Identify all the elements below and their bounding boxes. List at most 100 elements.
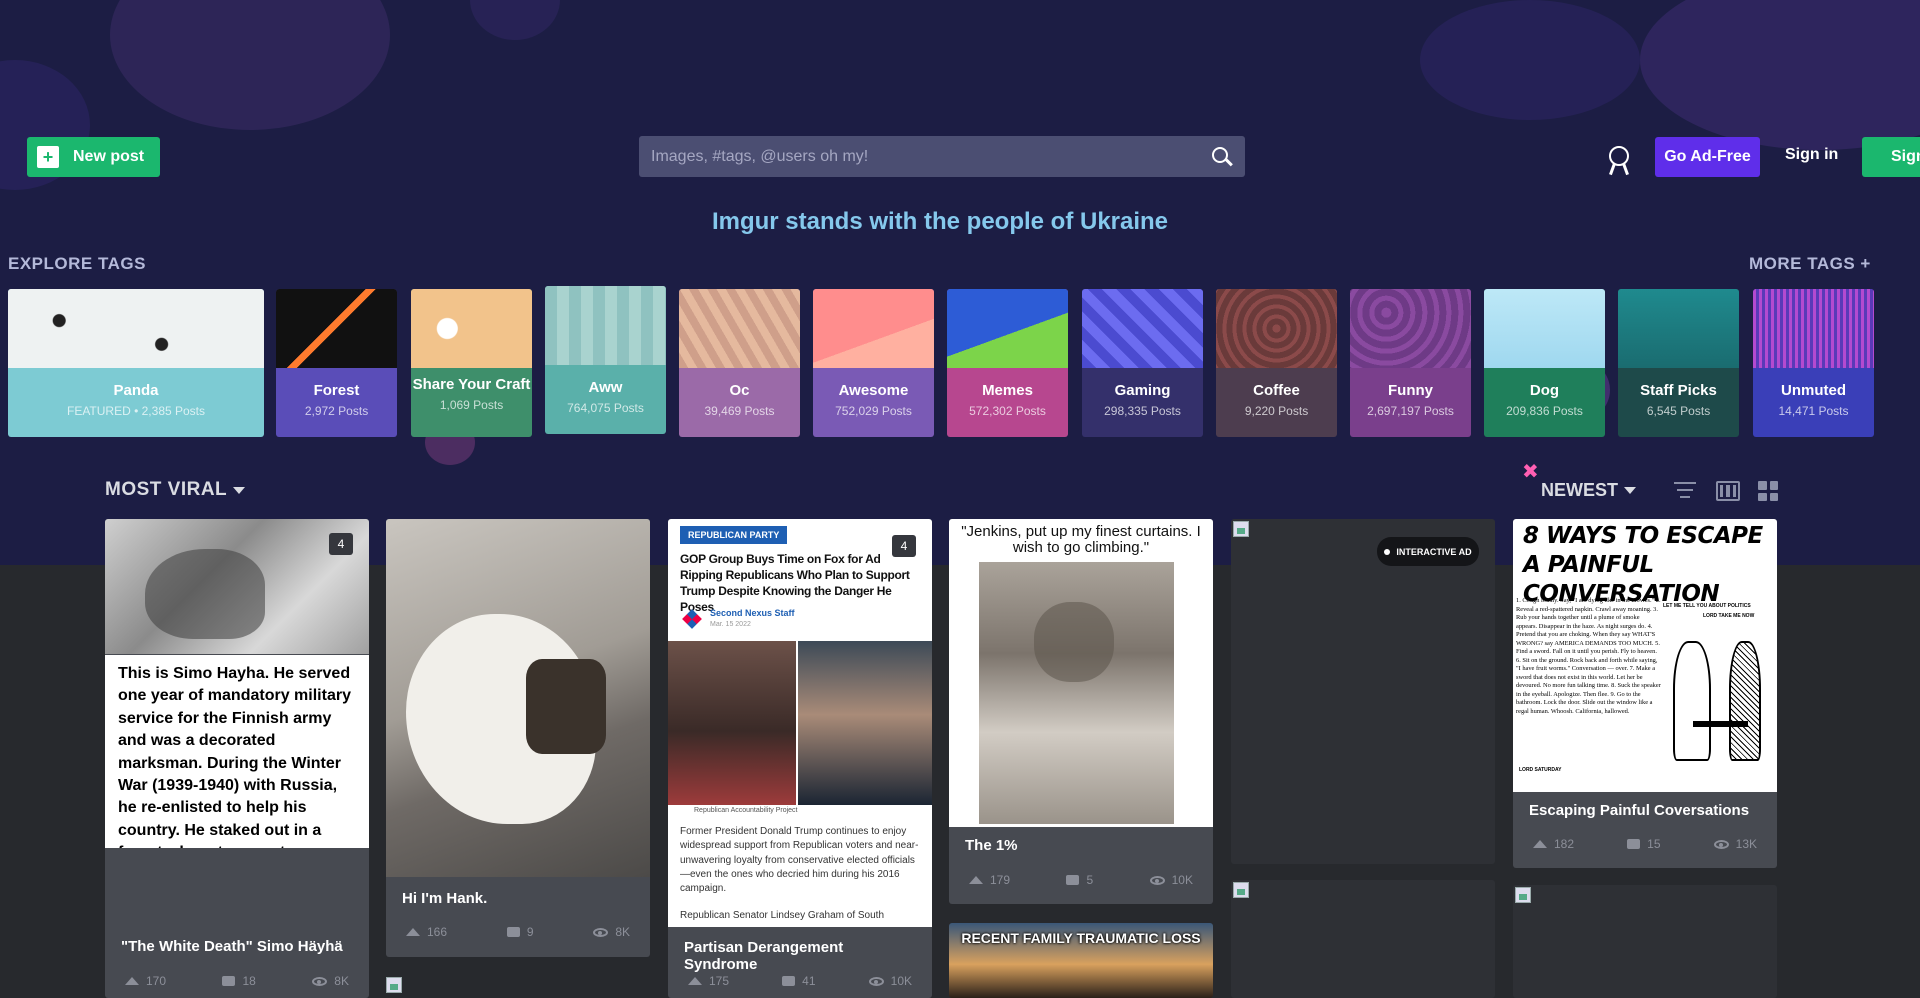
tag-post-count: FEATURED • 2,385 Posts <box>66 404 206 418</box>
article-photo <box>798 641 932 805</box>
tag-card-share-your-craft[interactable]: Share Your Craft 1,069 Posts <box>411 289 532 437</box>
decorative-blob <box>110 0 390 130</box>
tag-card-memes[interactable]: Memes 572,302 Posts <box>947 289 1068 437</box>
tag-thumbnail <box>8 289 264 368</box>
upvote-icon[interactable] <box>125 977 139 985</box>
waterfall-layout-icon[interactable] <box>1758 481 1778 501</box>
post-title: Escaping Painful Coversations <box>1529 802 1750 819</box>
close-icon[interactable]: ✖ <box>1522 459 1539 484</box>
tag-thumbnail <box>947 289 1068 368</box>
comment-count: 9 <box>526 925 534 939</box>
uniform-layout-icon[interactable] <box>1716 481 1740 501</box>
tag-post-count: 298,335 Posts <box>1104 404 1181 418</box>
article-body: Former President Donald Trump continues … <box>680 826 919 895</box>
tag-post-count: 14,471 Posts <box>1778 404 1849 418</box>
search-bar[interactable] <box>639 136 1245 177</box>
more-tags-link[interactable]: MORE TAGS + <box>1749 254 1871 274</box>
post-card[interactable]: 4 This is Simo Hayha. He served one year… <box>105 519 369 998</box>
explore-tags-title: EXPLORE TAGS <box>8 254 146 273</box>
image-count-badge: 4 <box>329 533 353 555</box>
upvote-icon[interactable] <box>406 928 420 936</box>
ad-slot[interactable] <box>1513 885 1777 998</box>
pillow-image <box>526 659 606 754</box>
upvote-count: 179 <box>990 873 1011 887</box>
tag-name: Awesome <box>838 382 909 399</box>
chevron-down-icon <box>1624 487 1637 494</box>
medal-icon[interactable] <box>1607 146 1631 176</box>
post-card[interactable]: 8 WAYS TO ESCAPE A PAINFUL CONVERSATION … <box>1513 519 1777 868</box>
tag-card-staff-picks[interactable]: Staff Picks 6,545 Posts <box>1618 289 1739 437</box>
comic-signature: LORD SATURDAY <box>1519 767 1562 773</box>
tag-thumbnail <box>1350 289 1471 368</box>
ad-label: INTERACTIVE AD <box>1396 546 1472 557</box>
tag-card-gaming[interactable]: Gaming 298,335 Posts <box>1082 289 1203 437</box>
tag-card-oc[interactable]: Oc 39,469 Posts <box>679 289 800 437</box>
sign-up-button[interactable]: Sign <box>1862 137 1920 177</box>
tag-name: Dog <box>1529 382 1560 399</box>
tag-card-forest[interactable]: Forest 2,972 Posts <box>276 289 397 437</box>
tag-card-panda[interactable]: Panda FEATURED • 2,385 Posts <box>8 289 264 437</box>
views-icon <box>1149 875 1165 885</box>
views-icon <box>593 927 609 937</box>
ad-slot[interactable] <box>1231 880 1495 998</box>
chevron-down-icon <box>233 486 246 494</box>
article-category-tag: REPUBLICAN PARTY <box>680 526 788 544</box>
upvote-count: 175 <box>709 974 730 988</box>
tag-thumbnail <box>411 289 532 368</box>
ad-slot[interactable]: INTERACTIVE AD <box>1231 519 1495 864</box>
tag-thumbnail <box>1216 289 1337 368</box>
post-stats: 182 15 13K <box>1513 836 1777 852</box>
tag-card-dog[interactable]: Dog 209,836 Posts <box>1484 289 1605 437</box>
tag-post-count: 9,220 Posts <box>1244 404 1309 418</box>
tag-name: Forest <box>313 382 360 399</box>
tag-thumbnail <box>813 289 934 368</box>
tag-card-funny[interactable]: Funny 2,697,197 Posts <box>1350 289 1471 437</box>
upvote-icon[interactable] <box>1533 840 1547 848</box>
broken-image-icon <box>1233 521 1249 537</box>
broken-image-icon <box>386 977 402 993</box>
tag-name: Staff Picks <box>1640 382 1717 399</box>
comic-illustration: LET ME TELL YOU ABOUT POLITICS LORD TAKE… <box>1663 591 1773 791</box>
upvote-icon[interactable] <box>969 876 983 884</box>
tag-card-aww[interactable]: Aww 764,075 Posts <box>545 286 666 434</box>
comment-icon <box>222 976 236 986</box>
sort-dropdown[interactable]: NEWEST <box>1541 480 1637 501</box>
post-title: Partisan Derangement Syndrome <box>684 939 844 973</box>
tag-card-awesome[interactable]: Awesome 752,029 Posts <box>813 289 934 437</box>
search-input[interactable] <box>651 147 1211 166</box>
tag-thumbnail <box>1082 289 1203 368</box>
tag-card-coffee[interactable]: Coffee 9,220 Posts <box>1216 289 1337 437</box>
image-count-badge: 4 <box>892 535 916 557</box>
tag-name: Panda <box>113 382 159 399</box>
post-image: 8 WAYS TO ESCAPE A PAINFUL CONVERSATION … <box>1513 519 1777 792</box>
comment-icon <box>1627 839 1641 849</box>
article-headline: GOP Group Buys Time on Fox for Ad Rippin… <box>680 552 910 614</box>
upvote-icon[interactable] <box>688 977 702 985</box>
search-icon[interactable] <box>1211 146 1233 168</box>
broken-image-icon <box>1515 887 1531 903</box>
tag-thumbnail <box>1618 289 1739 368</box>
post-card[interactable]: "Jenkins, put up my finest curtains. I w… <box>949 519 1213 904</box>
comment-count: 15 <box>1647 837 1661 851</box>
new-post-button[interactable]: + New post <box>27 137 160 177</box>
post-card[interactable]: REPUBLICAN PARTY GOP Group Buys Time on … <box>668 519 932 998</box>
tag-post-count: 39,469 Posts <box>704 404 775 418</box>
tag-post-count: 764,075 Posts <box>567 401 644 415</box>
upvote-count: 182 <box>1554 837 1575 851</box>
post-card[interactable]: Hi I'm Hank. 166 9 8K <box>386 519 650 957</box>
decorative-blob <box>1640 0 1920 150</box>
tag-thumbnail <box>545 286 666 365</box>
tag-thumbnail <box>1753 289 1874 368</box>
upvote-count: 170 <box>146 974 167 988</box>
ukraine-banner[interactable]: Imgur stands with the people of Ukraine <box>0 208 1880 236</box>
tag-card-unmuted[interactable]: Unmuted 14,471 Posts <box>1753 289 1874 437</box>
go-ad-free-button[interactable]: Go Ad-Free <box>1655 137 1760 177</box>
views-icon <box>312 976 328 986</box>
post-card[interactable]: RECENT FAMILY TRAUMATIC LOSS <box>949 923 1213 998</box>
sign-in-link[interactable]: Sign in <box>1785 146 1838 164</box>
filter-icon[interactable] <box>1674 482 1696 500</box>
tag-post-count: 2,697,197 Posts <box>1367 404 1454 418</box>
section-dropdown[interactable]: MOST VIRAL <box>105 479 246 501</box>
speech-text: LORD TAKE ME NOW <box>1703 613 1755 619</box>
view-count: 10K <box>890 974 912 988</box>
